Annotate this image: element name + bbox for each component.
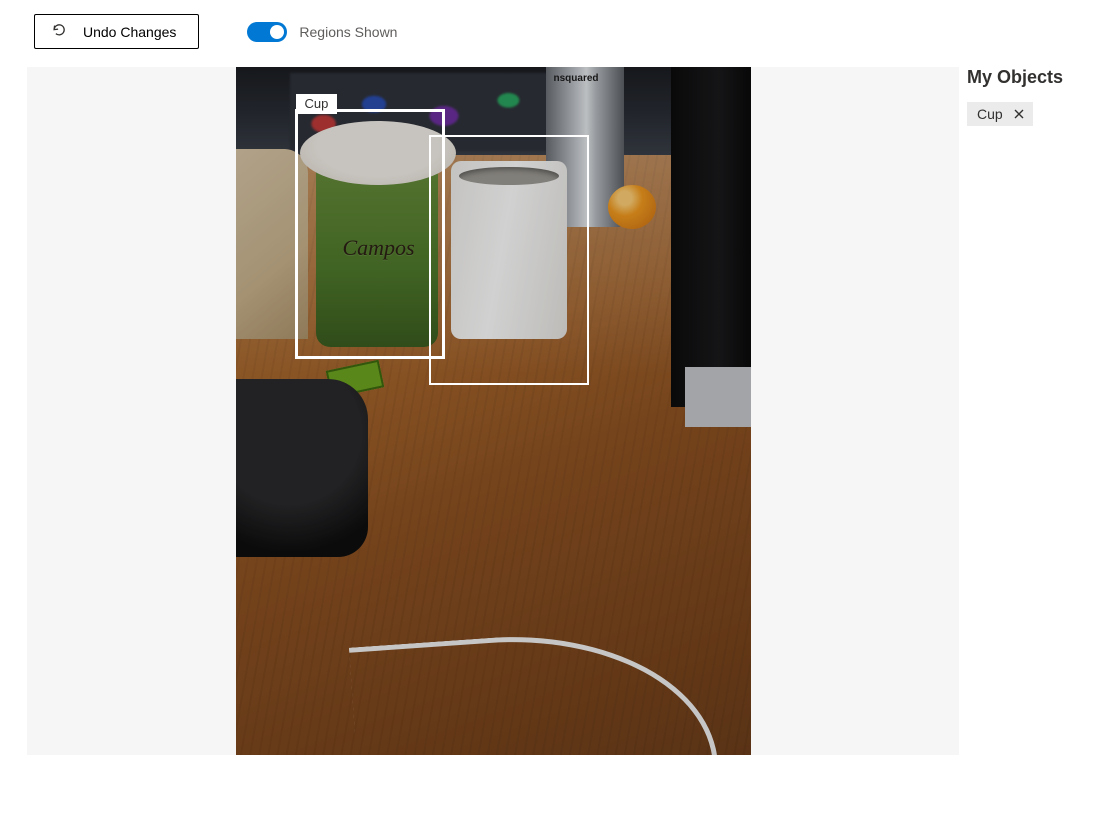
object-tag-label: Cup: [977, 106, 1003, 122]
tumbler-text: nsquared: [554, 73, 599, 84]
image-canvas[interactable]: nsquared Campos Cup: [27, 67, 959, 755]
object-pouch: [236, 379, 368, 557]
objects-panel: My Objects Cup: [959, 67, 1104, 829]
close-icon: [1013, 108, 1025, 120]
toolbar: Undo Changes Regions Shown: [0, 0, 1104, 67]
undo-button[interactable]: Undo Changes: [34, 14, 199, 49]
undo-icon: [51, 21, 67, 42]
object-tag: Cup: [967, 102, 1033, 126]
annotated-image: nsquared Campos Cup: [236, 67, 751, 755]
regions-toggle-group: Regions Shown: [247, 22, 397, 42]
region-box[interactable]: Cup: [295, 109, 445, 359]
region-label: Cup: [296, 94, 338, 114]
object-orange: [608, 185, 656, 229]
undo-label: Undo Changes: [83, 22, 176, 42]
region-box[interactable]: [429, 135, 589, 385]
regions-toggle[interactable]: [247, 22, 287, 42]
objects-heading: My Objects: [967, 67, 1092, 88]
remove-tag-button[interactable]: [1011, 106, 1027, 122]
regions-toggle-label: Regions Shown: [299, 24, 397, 40]
